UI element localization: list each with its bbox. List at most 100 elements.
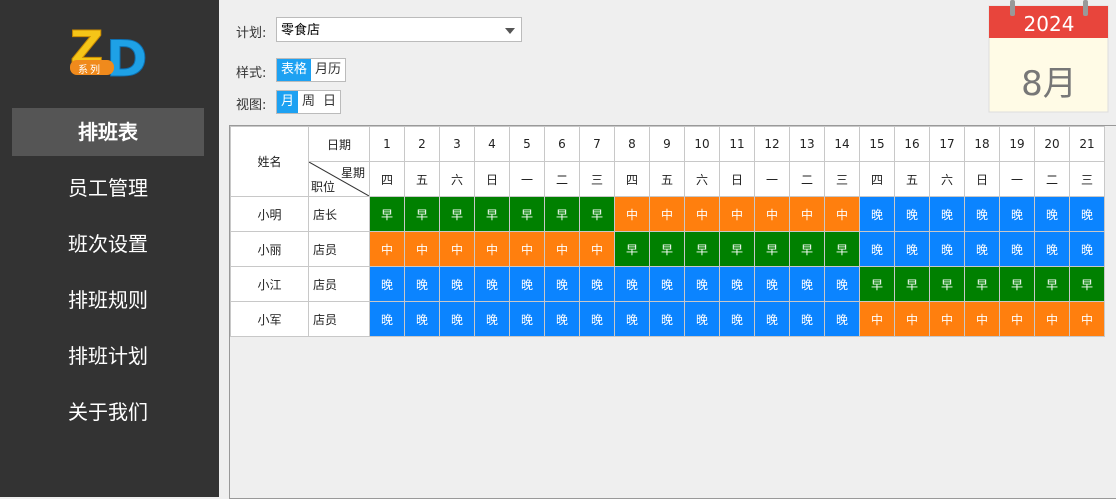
shift-cell[interactable]: 早	[369, 196, 405, 232]
shift-cell[interactable]: 晚	[1034, 231, 1070, 267]
shift-cell[interactable]: 晚	[509, 266, 545, 302]
shift-cell[interactable]: 中	[929, 301, 965, 337]
shift-cell[interactable]: 晚	[439, 266, 475, 302]
shift-cell[interactable]: 早	[999, 266, 1035, 302]
shift-cell[interactable]: 早	[579, 196, 615, 232]
shift-cell[interactable]: 晚	[929, 231, 965, 267]
shift-cell[interactable]: 晚	[474, 301, 510, 337]
shift-cell[interactable]: 晚	[404, 266, 440, 302]
shift-cell[interactable]: 晚	[509, 301, 545, 337]
shift-cell[interactable]: 晚	[824, 266, 860, 302]
shift-cell[interactable]: 中	[999, 301, 1035, 337]
shift-cell[interactable]: 晚	[544, 301, 580, 337]
shift-cell[interactable]: 早	[894, 266, 930, 302]
shift-cell[interactable]: 中	[1034, 301, 1070, 337]
view-option-2[interactable]: 日	[319, 91, 340, 113]
shift-cell[interactable]: 中	[509, 231, 545, 267]
shift-cell[interactable]: 晚	[579, 266, 615, 302]
style-option-1[interactable]: 月历	[311, 59, 345, 81]
shift-cell[interactable]: 晚	[964, 231, 1000, 267]
shift-cell[interactable]: 晚	[719, 266, 755, 302]
shift-cell[interactable]: 晚	[1034, 196, 1070, 232]
sidebar-item-0[interactable]: 排班表	[12, 108, 204, 156]
shift-cell[interactable]: 中	[754, 196, 790, 232]
shift-cell[interactable]: 晚	[894, 231, 930, 267]
shift-cell[interactable]: 早	[614, 231, 650, 267]
employee-name[interactable]: 小明	[230, 196, 309, 232]
shift-cell[interactable]: 早	[474, 196, 510, 232]
shift-cell[interactable]: 早	[859, 266, 895, 302]
shift-cell[interactable]: 中	[614, 196, 650, 232]
shift-cell[interactable]: 中	[544, 231, 580, 267]
shift-cell[interactable]: 早	[754, 231, 790, 267]
shift-cell[interactable]: 晚	[1069, 196, 1105, 232]
shift-cell[interactable]: 晚	[859, 231, 895, 267]
shift-cell[interactable]: 晚	[649, 266, 685, 302]
shift-cell[interactable]: 晚	[894, 196, 930, 232]
employee-name[interactable]: 小江	[230, 266, 309, 302]
shift-cell[interactable]: 晚	[544, 266, 580, 302]
shift-cell[interactable]: 晚	[474, 266, 510, 302]
shift-cell[interactable]: 早	[439, 196, 475, 232]
shift-cell[interactable]: 晚	[614, 266, 650, 302]
shift-cell[interactable]: 早	[719, 231, 755, 267]
shift-cell[interactable]: 晚	[369, 301, 405, 337]
shift-cell[interactable]: 早	[509, 196, 545, 232]
shift-cell[interactable]: 中	[964, 301, 1000, 337]
shift-cell[interactable]: 晚	[1069, 231, 1105, 267]
shift-cell[interactable]: 晚	[859, 196, 895, 232]
shift-cell[interactable]: 晚	[754, 266, 790, 302]
shift-cell[interactable]: 早	[404, 196, 440, 232]
sidebar-item-3[interactable]: 排班规则	[12, 276, 204, 324]
shift-cell[interactable]: 早	[544, 196, 580, 232]
shift-cell[interactable]: 中	[789, 196, 825, 232]
shift-cell[interactable]: 晚	[929, 196, 965, 232]
shift-cell[interactable]: 早	[964, 266, 1000, 302]
sidebar-item-4[interactable]: 排班计划	[12, 332, 204, 380]
shift-cell[interactable]: 晚	[649, 301, 685, 337]
shift-cell[interactable]: 晚	[964, 196, 1000, 232]
shift-cell[interactable]: 晚	[684, 301, 720, 337]
shift-cell[interactable]: 中	[719, 196, 755, 232]
shift-cell[interactable]: 早	[824, 231, 860, 267]
style-option-0[interactable]: 表格	[277, 59, 312, 81]
shift-cell[interactable]: 早	[1069, 266, 1105, 302]
shift-cell[interactable]: 中	[824, 196, 860, 232]
shift-cell[interactable]: 中	[369, 231, 405, 267]
shift-cell[interactable]: 中	[649, 196, 685, 232]
shift-cell[interactable]: 中	[579, 231, 615, 267]
shift-cell[interactable]: 晚	[369, 266, 405, 302]
shift-cell[interactable]: 中	[1069, 301, 1105, 337]
shift-cell[interactable]: 晚	[789, 266, 825, 302]
shift-cell[interactable]: 早	[684, 231, 720, 267]
shift-cell[interactable]: 中	[859, 301, 895, 337]
shift-cell[interactable]: 早	[1034, 266, 1070, 302]
shift-cell[interactable]: 早	[929, 266, 965, 302]
shift-cell[interactable]: 晚	[719, 301, 755, 337]
shift-cell[interactable]: 晚	[789, 301, 825, 337]
shift-cell[interactable]: 晚	[824, 301, 860, 337]
shift-cell[interactable]: 中	[439, 231, 475, 267]
shift-cell[interactable]: 中	[474, 231, 510, 267]
shift-cell[interactable]: 早	[789, 231, 825, 267]
sidebar-item-2[interactable]: 班次设置	[12, 220, 204, 268]
view-option-1[interactable]: 周	[298, 91, 319, 113]
employee-name[interactable]: 小军	[230, 301, 309, 337]
shift-cell[interactable]: 晚	[999, 231, 1035, 267]
employee-name[interactable]: 小丽	[230, 231, 309, 267]
plan-select[interactable]: 零食店	[276, 17, 522, 42]
shift-cell[interactable]: 中	[404, 231, 440, 267]
view-option-0[interactable]: 月	[277, 91, 299, 113]
sidebar-item-5[interactable]: 关于我们	[12, 388, 204, 436]
shift-cell[interactable]: 晚	[614, 301, 650, 337]
shift-cell[interactable]: 早	[649, 231, 685, 267]
shift-cell[interactable]: 中	[894, 301, 930, 337]
shift-cell[interactable]: 晚	[404, 301, 440, 337]
shift-cell[interactable]: 晚	[754, 301, 790, 337]
shift-cell[interactable]: 晚	[579, 301, 615, 337]
shift-cell[interactable]: 晚	[439, 301, 475, 337]
shift-cell[interactable]: 晚	[999, 196, 1035, 232]
shift-cell[interactable]: 晚	[684, 266, 720, 302]
shift-cell[interactable]: 中	[684, 196, 720, 232]
sidebar-item-1[interactable]: 员工管理	[12, 164, 204, 212]
